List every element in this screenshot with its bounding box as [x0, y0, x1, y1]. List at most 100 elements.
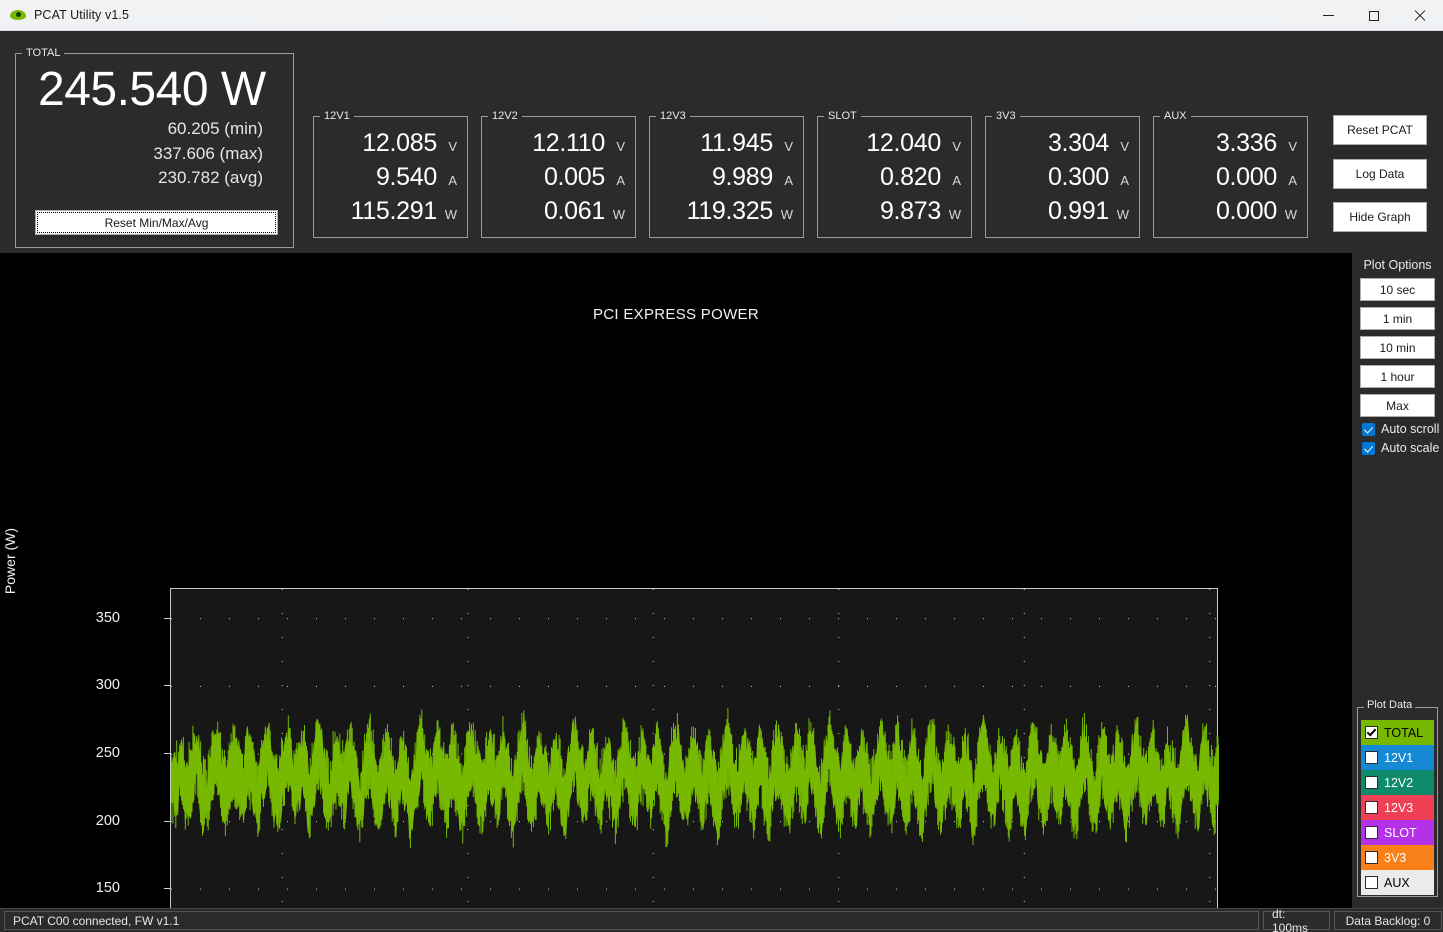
plot-data-checkbox-12v2[interactable]	[1365, 776, 1378, 789]
auto-scale-checkbox[interactable]	[1362, 441, 1375, 455]
plot-data-label: SLOT	[1384, 825, 1417, 840]
plot-data-checkbox-total[interactable]	[1365, 726, 1378, 739]
readout-panel: TOTAL 245.540 W 60.205 (min) 337.606 (ma…	[0, 31, 1443, 253]
check-icon	[1363, 423, 1374, 434]
rail-row-voltage: 11.945 V	[650, 131, 793, 156]
plot-data-group: Plot Data TOTAL 12V1 12V2 12V3 SLOT 3V3 AUX	[1357, 699, 1438, 897]
total-group: TOTAL 245.540 W 60.205 (min) 337.606 (ma…	[15, 47, 294, 248]
check-icon	[1363, 442, 1374, 453]
plot-data-list: TOTAL 12V1 12V2 12V3 SLOT 3V3 AUX	[1361, 720, 1434, 895]
rail-power-unit: W	[1284, 207, 1297, 222]
plot-data-checkbox-12v3[interactable]	[1365, 801, 1378, 814]
plot-frame[interactable]	[170, 588, 1219, 932]
plot-data-item-12v3[interactable]: 12V3	[1361, 795, 1434, 820]
auto-scale-label: Auto scale	[1381, 441, 1440, 455]
series-total-spikes	[171, 707, 1219, 849]
status-connection: PCAT C00 connected, FW v1.1	[4, 911, 1259, 930]
reset-min-max-avg-button[interactable]: Reset Min/Max/Avg	[35, 210, 278, 235]
y-tick-label: 200	[95, 812, 120, 829]
rail-row-power: 119.325 W	[650, 199, 793, 224]
rail-legend-slot: SLOT	[828, 110, 857, 122]
rail-row-current: 0.000 A	[1154, 165, 1297, 190]
rail-row-power: 115.291 W	[314, 199, 457, 224]
plot-options-title: Plot Options	[1363, 258, 1432, 272]
auto-scroll-checkbox-row[interactable]: Auto scroll	[1362, 422, 1443, 436]
rail-voltage-value: 12.040	[866, 129, 941, 157]
status-bar: PCAT C00 connected, FW v1.1 dt: 100ms Da…	[0, 907, 1443, 932]
window-controls	[1305, 0, 1443, 31]
plot-data-item-3v3[interactable]: 3V3	[1361, 845, 1434, 870]
rail-voltage-unit: V	[952, 139, 961, 154]
rail-row-current: 9.989 A	[650, 165, 793, 190]
auto-scroll-checkbox[interactable]	[1362, 422, 1375, 436]
range-button-10-sec[interactable]: 10 sec	[1360, 278, 1435, 301]
range-button-max[interactable]: Max	[1360, 394, 1435, 417]
rail-power-value: 0.061	[543, 197, 605, 225]
rail-power-value: 9.873	[879, 197, 941, 225]
rail-power-unit: W	[780, 207, 793, 222]
y-tick-label: 250	[95, 744, 120, 761]
rail-group-aux: AUX 3.336 V 0.000 A 0.000 W	[1153, 110, 1308, 238]
rail-row-power: 9.873 W	[818, 199, 961, 224]
rail-voltage-value: 3.336	[1215, 129, 1277, 157]
rail-power-unit: W	[948, 207, 961, 222]
total-group-legend: TOTAL	[26, 47, 61, 59]
log-data-button[interactable]: Log Data	[1333, 159, 1427, 189]
range-button-1-min[interactable]: 1 min	[1360, 307, 1435, 330]
status-backlog: Data Backlog: 0	[1334, 911, 1442, 930]
range-button-10-min[interactable]: 10 min	[1360, 336, 1435, 359]
rail-voltage-unit: V	[1288, 139, 1297, 154]
maximize-button[interactable]	[1351, 0, 1397, 31]
rail-current-unit: A	[1120, 173, 1129, 188]
rail-voltage-value: 12.110	[532, 129, 605, 157]
rail-current-unit: A	[616, 173, 625, 188]
plot-data-label: 12V2	[1384, 775, 1414, 790]
rail-power-unit: W	[612, 207, 625, 222]
rail-row-power: 0.061 W	[482, 199, 625, 224]
window-title: PCAT Utility v1.5	[34, 8, 130, 22]
y-tick-label: 150	[95, 880, 120, 897]
rail-voltage-value: 3.304	[1047, 129, 1109, 157]
rail-current-value: 9.540	[375, 163, 437, 191]
minimize-button[interactable]	[1305, 0, 1351, 31]
rail-group-12v1: 12V1 12.085 V 9.540 A 115.291 W	[313, 110, 468, 238]
plot-data-checkbox-3v3[interactable]	[1365, 851, 1378, 864]
plot-data-checkbox-slot[interactable]	[1365, 826, 1378, 839]
rail-current-value: 0.300	[1047, 163, 1109, 191]
rail-current-unit: A	[1288, 173, 1297, 188]
plot-data-label: AUX	[1384, 875, 1410, 890]
rail-power-unit: W	[444, 207, 457, 222]
plot-data-item-12v2[interactable]: 12V2	[1361, 770, 1434, 795]
plot-data-checkbox-aux[interactable]	[1365, 876, 1378, 889]
chart-area: PCI EXPRESS POWER Power (W) Time (s) 050…	[0, 253, 1352, 932]
chart-y-axis-label: Power (W)	[2, 527, 18, 595]
minimize-icon	[1322, 15, 1334, 16]
rail-legend-12v2: 12V2	[492, 110, 518, 122]
rail-power-unit: W	[1116, 207, 1129, 222]
plot-data-checkbox-12v1[interactable]	[1365, 751, 1378, 764]
pcat-utility-window: PCAT Utility v1.5 TOTAL 245.540 W 60.205…	[0, 0, 1443, 932]
plot-data-label: 12V3	[1384, 800, 1414, 815]
rail-row-current: 0.300 A	[986, 165, 1129, 190]
plot-data-title: Plot Data	[1364, 699, 1416, 711]
rail-power-value: 115.291	[350, 197, 438, 225]
rail-legend-12v3: 12V3	[660, 110, 686, 122]
total-power-value: 245.540 W	[38, 63, 266, 116]
auto-scale-checkbox-row[interactable]: Auto scale	[1362, 441, 1443, 455]
hide-graph-button[interactable]: Hide Graph	[1333, 202, 1427, 232]
plot-data-item-slot[interactable]: SLOT	[1361, 820, 1434, 845]
auto-scroll-label: Auto scroll	[1381, 422, 1440, 436]
range-button-1-hour[interactable]: 1 hour	[1360, 365, 1435, 388]
total-max-value: 337.606 (max)	[153, 143, 263, 163]
y-tick-label: 300	[95, 677, 120, 694]
close-button[interactable]	[1397, 0, 1443, 31]
rail-power-value: 0.991	[1047, 197, 1109, 225]
plot-data-item-total[interactable]: TOTAL	[1361, 720, 1434, 745]
rail-row-power: 0.991 W	[986, 199, 1129, 224]
reset-pcat-button[interactable]: Reset PCAT	[1333, 115, 1427, 145]
rail-row-voltage: 3.336 V	[1154, 131, 1297, 156]
rail-current-value: 0.000	[1215, 163, 1277, 191]
status-dt: dt: 100ms	[1263, 907, 1330, 932]
plot-data-item-12v1[interactable]: 12V1	[1361, 745, 1434, 770]
plot-data-item-aux[interactable]: AUX	[1361, 870, 1434, 895]
